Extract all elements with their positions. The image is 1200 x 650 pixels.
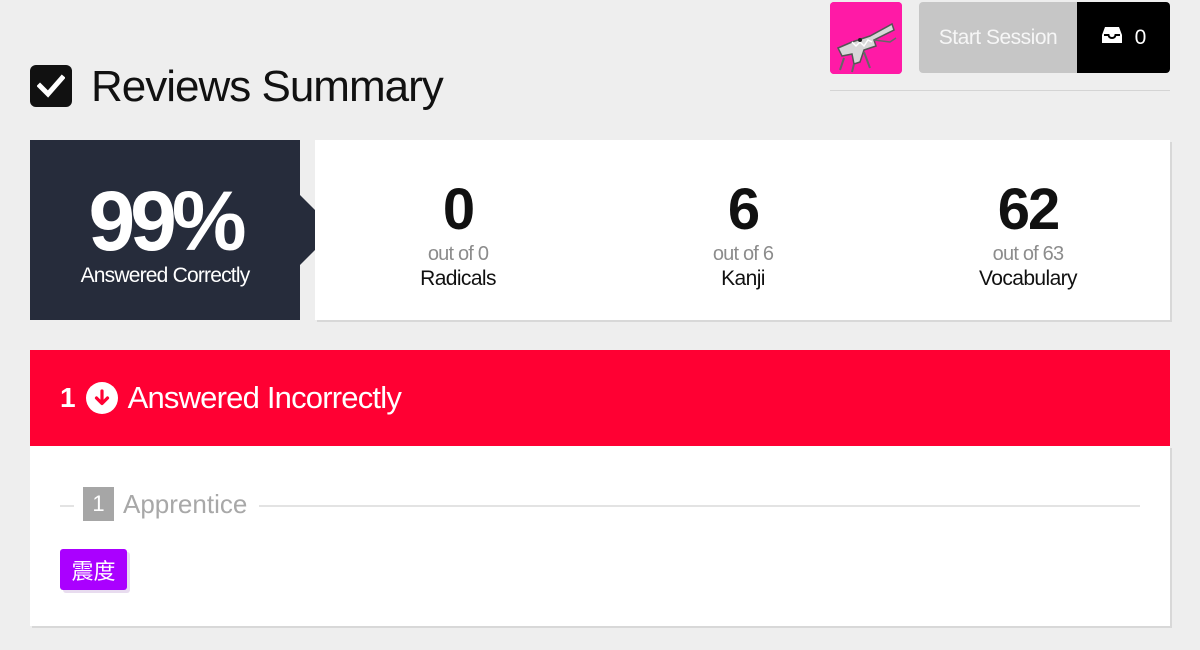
- incorrect-section-header[interactable]: 1 Answered Incorrectly: [30, 350, 1170, 446]
- stat-label: Radicals: [420, 267, 496, 290]
- inbox-icon: [1101, 26, 1123, 50]
- stat-out-of: out of 0: [427, 243, 489, 265]
- stat-label: Kanji: [721, 267, 765, 290]
- arrow-down-circle-icon: [85, 382, 118, 414]
- percent-correct-panel: 99% Answered Correctly: [30, 140, 300, 320]
- divider-line: [60, 505, 74, 507]
- incorrect-label: Answered Incorrectly: [127, 380, 402, 415]
- checkbox-icon: [30, 65, 72, 107]
- srs-group-count: 1: [83, 487, 114, 521]
- header-divider: [830, 90, 1170, 91]
- review-queue-button[interactable]: 0: [1077, 2, 1170, 73]
- stat-label: Vocabulary: [979, 267, 1078, 290]
- inbox-count: 0: [1134, 25, 1147, 49]
- stat-count: 62: [997, 177, 1061, 242]
- srs-group-label: Apprentice: [123, 489, 248, 519]
- stat-out-of: out of 6: [712, 243, 774, 265]
- page-title: Reviews Summary: [91, 62, 444, 111]
- start-session-button[interactable]: Start Session: [919, 2, 1077, 73]
- stat-count: 6: [727, 177, 760, 242]
- start-session-label: Start Session: [938, 25, 1058, 49]
- vocabulary-item-chip[interactable]: 震度: [60, 549, 127, 590]
- stat-count: 0: [442, 177, 475, 242]
- item-stats-panel: 0 out of 0 Radicals 6 out of 6 Kanji 62 …: [315, 140, 1170, 320]
- incorrect-items-panel: 1 Apprentice 震度: [30, 446, 1170, 626]
- percent-correct-label: Answered Correctly: [80, 264, 251, 287]
- percent-correct-value: 99%: [88, 174, 246, 268]
- stat-out-of: out of 63: [992, 243, 1064, 265]
- user-avatar[interactable]: [830, 2, 902, 74]
- incorrect-count: 1: [60, 382, 76, 413]
- crocodile-avatar-icon: [830, 2, 902, 74]
- divider-line: [259, 505, 1140, 507]
